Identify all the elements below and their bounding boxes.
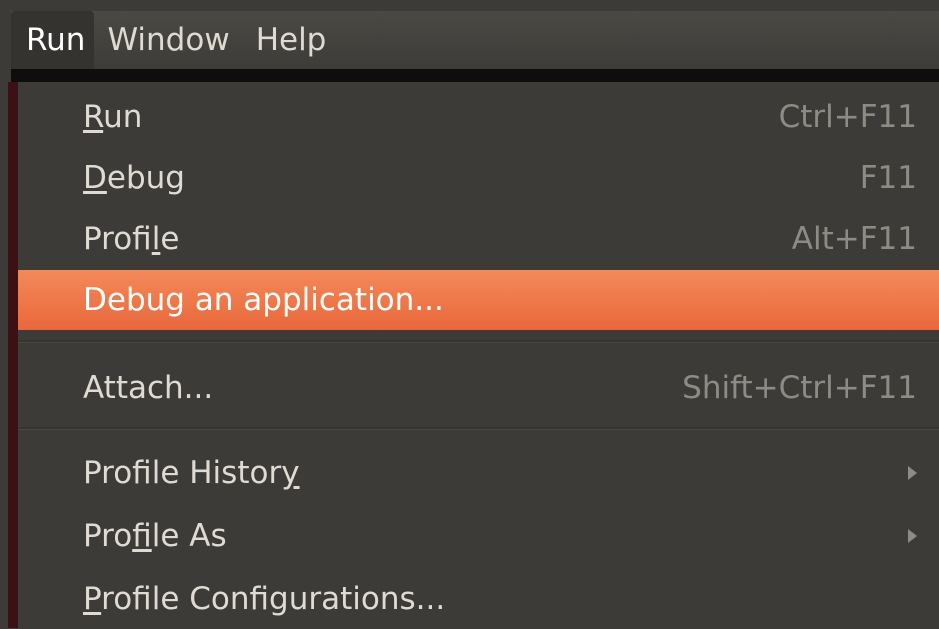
menu-item-profile-as[interactable]: Profile As — [18, 506, 939, 566]
menu-item-run[interactable]: Run Ctrl+F11 — [18, 87, 939, 147]
menu-bar: Run Window Help — [11, 11, 939, 69]
menu-item-shortcut: Alt+F11 — [791, 221, 917, 257]
menu-item-profile-history[interactable]: Profile History — [18, 443, 939, 503]
menubar-shadow — [11, 69, 939, 82]
menu-item-profile[interactable]: Profile Alt+F11 — [18, 209, 939, 269]
menu-item-debug-an-application[interactable]: Debug an application... — [18, 270, 939, 330]
menu-item-label: Profile Configurations... — [83, 581, 446, 617]
menu-item-label: Profile History — [83, 455, 300, 491]
run-dropdown-menu: Run Ctrl+F11 Debug F11 Profile Alt+F11 D… — [18, 82, 939, 628]
menu-help[interactable]: Help — [243, 11, 340, 69]
menu-item-label: Profile — [83, 221, 180, 257]
menu-item-label: Debug an application... — [83, 282, 444, 318]
submenu-arrow-icon — [908, 529, 917, 543]
menu-separator — [18, 340, 939, 343]
menu-item-label: Debug — [83, 160, 185, 196]
menu-item-shortcut: Ctrl+F11 — [778, 99, 917, 135]
menu-item-shortcut: F11 — [859, 160, 917, 196]
menu-separator — [18, 427, 939, 430]
menu-item-label: Profile As — [83, 518, 227, 554]
menu-item-label: Attach... — [83, 370, 214, 406]
menu-item-debug[interactable]: Debug F11 — [18, 148, 939, 208]
menu-item-shortcut: Shift+Ctrl+F11 — [682, 370, 917, 406]
menu-item-label: Run — [83, 99, 143, 135]
menu-item-attach[interactable]: Attach... Shift+Ctrl+F11 — [18, 358, 939, 418]
submenu-arrow-icon — [908, 466, 917, 480]
menu-window[interactable]: Window — [94, 11, 242, 69]
menu-run[interactable]: Run — [11, 11, 95, 69]
menu-item-profile-configurations[interactable]: Profile Configurations... — [18, 569, 939, 629]
window-edge — [8, 82, 18, 628]
